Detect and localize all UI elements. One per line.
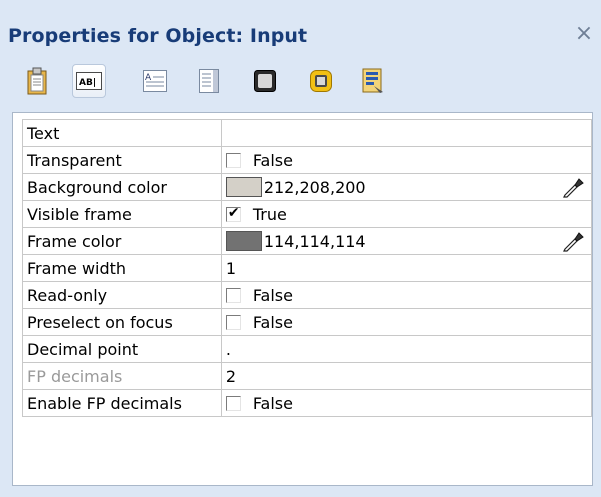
property-table: Text Transparent False Background color 212,… xyxy=(22,119,593,417)
property-value: False xyxy=(252,394,293,413)
property-value: False xyxy=(252,286,293,305)
properties-document-icon[interactable] xyxy=(356,64,390,98)
color-swatch xyxy=(225,177,262,198)
property-name: Decimal point xyxy=(22,335,222,363)
svg-text:AB|: AB| xyxy=(79,78,96,88)
property-value-cell[interactable]: ✔ True xyxy=(220,200,593,228)
title-bar: Properties for Object: Input × xyxy=(0,12,601,58)
checkbox[interactable] xyxy=(225,288,241,303)
property-value-cell[interactable]: 212,208,200 xyxy=(220,173,593,201)
property-row: Visible frame ✔ True xyxy=(22,200,593,228)
checkbox[interactable]: ✔ xyxy=(225,205,241,222)
text-field-icon[interactable]: AB| xyxy=(72,64,106,98)
property-value-cell[interactable]: False xyxy=(220,389,593,417)
color-picker-icon[interactable] xyxy=(561,230,585,252)
checkbox[interactable] xyxy=(225,153,241,168)
panel-title: Properties for Object: Input xyxy=(8,25,308,47)
property-name: Preselect on focus xyxy=(22,308,222,336)
text-area-icon[interactable]: A xyxy=(138,64,172,98)
property-value-cell[interactable]: False xyxy=(220,146,593,174)
property-row: Enable FP decimals False xyxy=(22,389,593,417)
property-name: Frame width xyxy=(22,254,222,282)
checkmark-icon: ✔ xyxy=(227,205,240,221)
property-row: Background color 212,208,200 xyxy=(22,173,593,201)
color-swatch xyxy=(225,231,262,252)
property-name: Background color xyxy=(22,173,222,201)
property-name: Read-only xyxy=(22,281,222,309)
property-name: Text xyxy=(22,119,222,147)
property-grid: Text Transparent False Background color 212,… xyxy=(12,112,593,486)
property-value: False xyxy=(252,151,293,170)
property-value-cell[interactable]: 114,114,114 xyxy=(220,227,593,255)
property-name: Frame color xyxy=(22,227,222,255)
property-row: Frame color 114,114,114 xyxy=(22,227,593,255)
property-row: Frame width 1 xyxy=(22,254,593,282)
property-name: FP decimals xyxy=(22,362,222,390)
scroll-list-icon[interactable] xyxy=(192,64,226,98)
yellow-frame-icon[interactable] xyxy=(304,64,338,98)
property-row: Preselect on focus False xyxy=(22,308,593,336)
property-name: Visible frame xyxy=(22,200,222,228)
property-name: Transparent xyxy=(22,146,222,174)
property-name: Enable FP decimals xyxy=(22,389,222,417)
property-value-cell[interactable]: 1 xyxy=(220,254,593,282)
object-type-toolbar: AB| A xyxy=(0,58,601,108)
properties-panel: Properties for Object: Input × AB| A Tex… xyxy=(0,0,601,497)
property-row: Transparent False xyxy=(22,146,593,174)
property-row: Read-only False xyxy=(22,281,593,309)
property-value: 1 xyxy=(225,259,236,278)
property-value-cell[interactable]: False xyxy=(220,281,593,309)
property-row: Text xyxy=(22,119,593,147)
checkbox[interactable] xyxy=(225,396,241,411)
dark-frame-icon[interactable] xyxy=(248,64,282,98)
property-value-cell[interactable]: . xyxy=(220,335,593,363)
property-value: . xyxy=(225,340,231,359)
property-value: 114,114,114 xyxy=(263,231,366,251)
property-value-cell[interactable]: False xyxy=(220,308,593,336)
checkbox[interactable] xyxy=(225,315,241,330)
property-value: True xyxy=(252,205,287,224)
property-value-cell[interactable]: 2 xyxy=(220,362,593,390)
property-value: False xyxy=(252,313,293,332)
property-value-cell[interactable] xyxy=(220,119,593,147)
property-row: Decimal point. xyxy=(22,335,593,363)
close-icon[interactable]: × xyxy=(572,22,596,46)
property-value: 212,208,200 xyxy=(263,177,366,197)
clipboard-icon[interactable] xyxy=(20,64,54,98)
color-picker-icon[interactable] xyxy=(561,176,585,198)
property-value: 2 xyxy=(225,367,236,386)
property-row: FP decimals 2 xyxy=(22,362,593,390)
